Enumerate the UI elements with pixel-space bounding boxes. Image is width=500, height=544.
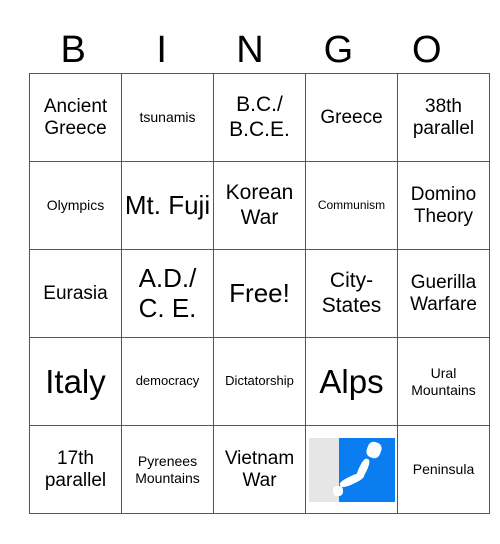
- bingo-cell[interactable]: Korean War: [213, 161, 306, 250]
- header-letter-g: G: [323, 29, 354, 71]
- bingo-cell[interactable]: A.D./ C. E.: [121, 249, 214, 338]
- bingo-cell[interactable]: Mt. Fuji: [121, 161, 214, 250]
- bingo-row: 17th parallel Pyrenees Mountains Vietnam…: [29, 425, 490, 514]
- bingo-cell[interactable]: Olympics: [29, 161, 122, 250]
- bingo-cell[interactable]: Communism: [305, 161, 398, 250]
- bingo-cell[interactable]: Domino Theory: [397, 161, 490, 250]
- header-letter-b: B: [60, 29, 86, 71]
- bingo-cell[interactable]: 17th parallel: [29, 425, 122, 514]
- map-of-japan-image: [308, 437, 395, 502]
- bingo-cell[interactable]: Guerilla Warfare: [397, 249, 490, 338]
- bingo-cell[interactable]: Pyrenees Mountains: [121, 425, 214, 514]
- bingo-cell[interactable]: Dictatorship: [213, 337, 306, 426]
- bingo-cell[interactable]: City-States: [305, 249, 398, 338]
- bingo-row: Olympics Mt. Fuji Korean War Communism D…: [29, 161, 490, 250]
- bingo-cell[interactable]: Peninsula: [397, 425, 490, 514]
- bingo-cell[interactable]: Ural Mountains: [397, 337, 490, 426]
- bingo-cell[interactable]: B.C./ B.C.E.: [213, 73, 306, 162]
- bingo-cell[interactable]: Greece: [305, 73, 398, 162]
- bingo-row: Eurasia A.D./ C. E. Free! City-States Gu…: [29, 249, 490, 338]
- bingo-cell[interactable]: 38th parallel: [397, 73, 490, 162]
- header-letter-n: N: [236, 29, 264, 71]
- bingo-cell[interactable]: tsunamis: [121, 73, 214, 162]
- bingo-cell[interactable]: Vietnam War: [213, 425, 306, 514]
- bingo-cell[interactable]: Alps: [305, 337, 398, 426]
- bingo-cell[interactable]: democracy: [121, 337, 214, 426]
- bingo-cell[interactable]: Eurasia: [29, 249, 122, 338]
- header-letter-i: I: [156, 29, 167, 71]
- bingo-row: Ancient Greece tsunamis B.C./ B.C.E. Gre…: [29, 73, 490, 162]
- free-space[interactable]: Free!: [213, 249, 306, 338]
- bingo-header: B I N G O: [29, 28, 471, 72]
- bingo-cell[interactable]: Italy: [29, 337, 122, 426]
- bingo-cell[interactable]: Ancient Greece: [29, 73, 122, 162]
- bingo-card: Ancient Greece tsunamis B.C./ B.C.E. Gre…: [29, 73, 490, 514]
- bingo-row: Italy democracy Dictatorship Alps Ural M…: [29, 337, 490, 426]
- bingo-cell-image[interactable]: [305, 425, 398, 514]
- header-letter-o: O: [412, 29, 442, 71]
